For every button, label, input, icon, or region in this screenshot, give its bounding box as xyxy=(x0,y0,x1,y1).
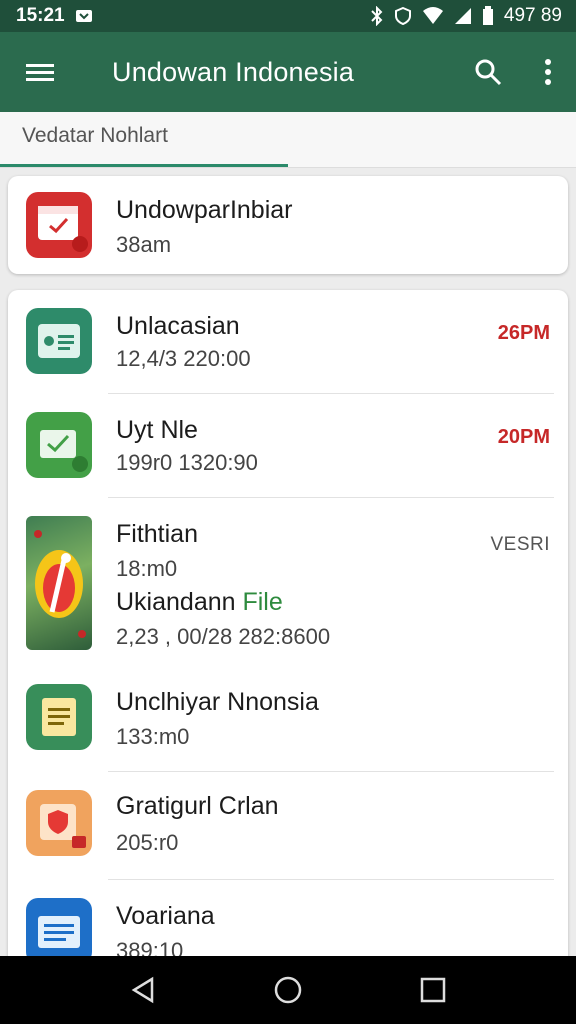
item-tag: VESRI xyxy=(490,534,550,555)
signal-icon xyxy=(454,7,472,25)
home-icon[interactable] xyxy=(258,960,318,1020)
shield-app-icon xyxy=(26,790,92,856)
battery-icon xyxy=(482,6,494,26)
app-bar: Undowan Indonesia xyxy=(0,32,576,112)
item-secondary-title: Ukiandann File xyxy=(116,588,283,617)
more-vert-icon[interactable] xyxy=(520,40,576,104)
item-title: Fithtian xyxy=(116,520,198,548)
hamburger-icon[interactable] xyxy=(0,32,80,112)
item-subtitle: 205:r0 xyxy=(116,830,179,855)
recents-icon[interactable] xyxy=(403,960,463,1020)
item-time: 20PM xyxy=(497,426,550,448)
item-subtitle: 199r0 1320:90 xyxy=(116,450,258,475)
item-subtitle: 12,4/3 220:00 xyxy=(116,346,251,371)
notes-icon xyxy=(26,684,92,750)
app-title: Undowan Indonesia xyxy=(112,56,355,87)
bluetooth-icon xyxy=(370,6,384,26)
calendar-icon xyxy=(26,192,92,258)
document-icon xyxy=(26,898,92,964)
item-file-label: File xyxy=(242,588,283,616)
list-item[interactable]: Unlacasian 12,4/3 220:00 26PM xyxy=(8,290,568,394)
list-item[interactable]: Gratigurl Crlan 205:r0 xyxy=(8,772,568,880)
nav-bar xyxy=(0,956,576,1024)
wifi-icon xyxy=(422,7,444,25)
notification-icon xyxy=(75,8,93,24)
list-item[interactable]: Uyt Nle 199r0 1320:90 20PM xyxy=(8,394,568,498)
tab-strip: Vedatar Nohlart xyxy=(0,112,576,168)
back-icon[interactable] xyxy=(113,960,173,1020)
item-title: Voariana xyxy=(116,902,215,930)
list-item[interactable]: Unclhiyar Nnonsia 133:m0 xyxy=(8,668,568,772)
status-bar: 15:21 497 89 xyxy=(0,0,576,32)
search-icon[interactable] xyxy=(456,40,520,104)
item-secondary-title-text: Ukiandann xyxy=(116,588,236,616)
item-subtitle: 133:m0 xyxy=(116,724,190,749)
checkbox-app-icon xyxy=(26,412,92,478)
item-secondary-subtitle: 2,23 , 00/28 282:8600 xyxy=(116,624,331,649)
top-card-title: UndowparInbiar xyxy=(116,196,293,224)
item-title: Unlacasian xyxy=(116,312,240,340)
item-title: Uyt Nle xyxy=(116,416,198,444)
item-list: Unlacasian 12,4/3 220:00 26PM Uyt Nle 19… xyxy=(8,290,568,970)
photo-thumbnail-icon xyxy=(26,516,92,650)
list-item[interactable]: Fithtian 18:m0 Ukiandann File 2,23 , 00/… xyxy=(8,498,568,668)
item-time: 26PM xyxy=(497,322,550,344)
status-time: 15:21 xyxy=(16,5,65,26)
tab-indicator xyxy=(0,164,288,167)
item-title: Gratigurl Crlan xyxy=(116,792,279,820)
item-title: Unclhiyar Nnonsia xyxy=(116,688,319,716)
top-card-subtitle: 38am xyxy=(116,232,172,257)
top-card[interactable]: UndowparInbiar 38am xyxy=(8,176,568,274)
battery-text: 497 89 xyxy=(503,5,562,26)
tab-label[interactable]: Vedatar Nohlart xyxy=(22,124,168,148)
item-subtitle: 18:m0 xyxy=(116,556,178,581)
vpn-icon xyxy=(394,7,412,25)
id-card-icon xyxy=(26,308,92,374)
